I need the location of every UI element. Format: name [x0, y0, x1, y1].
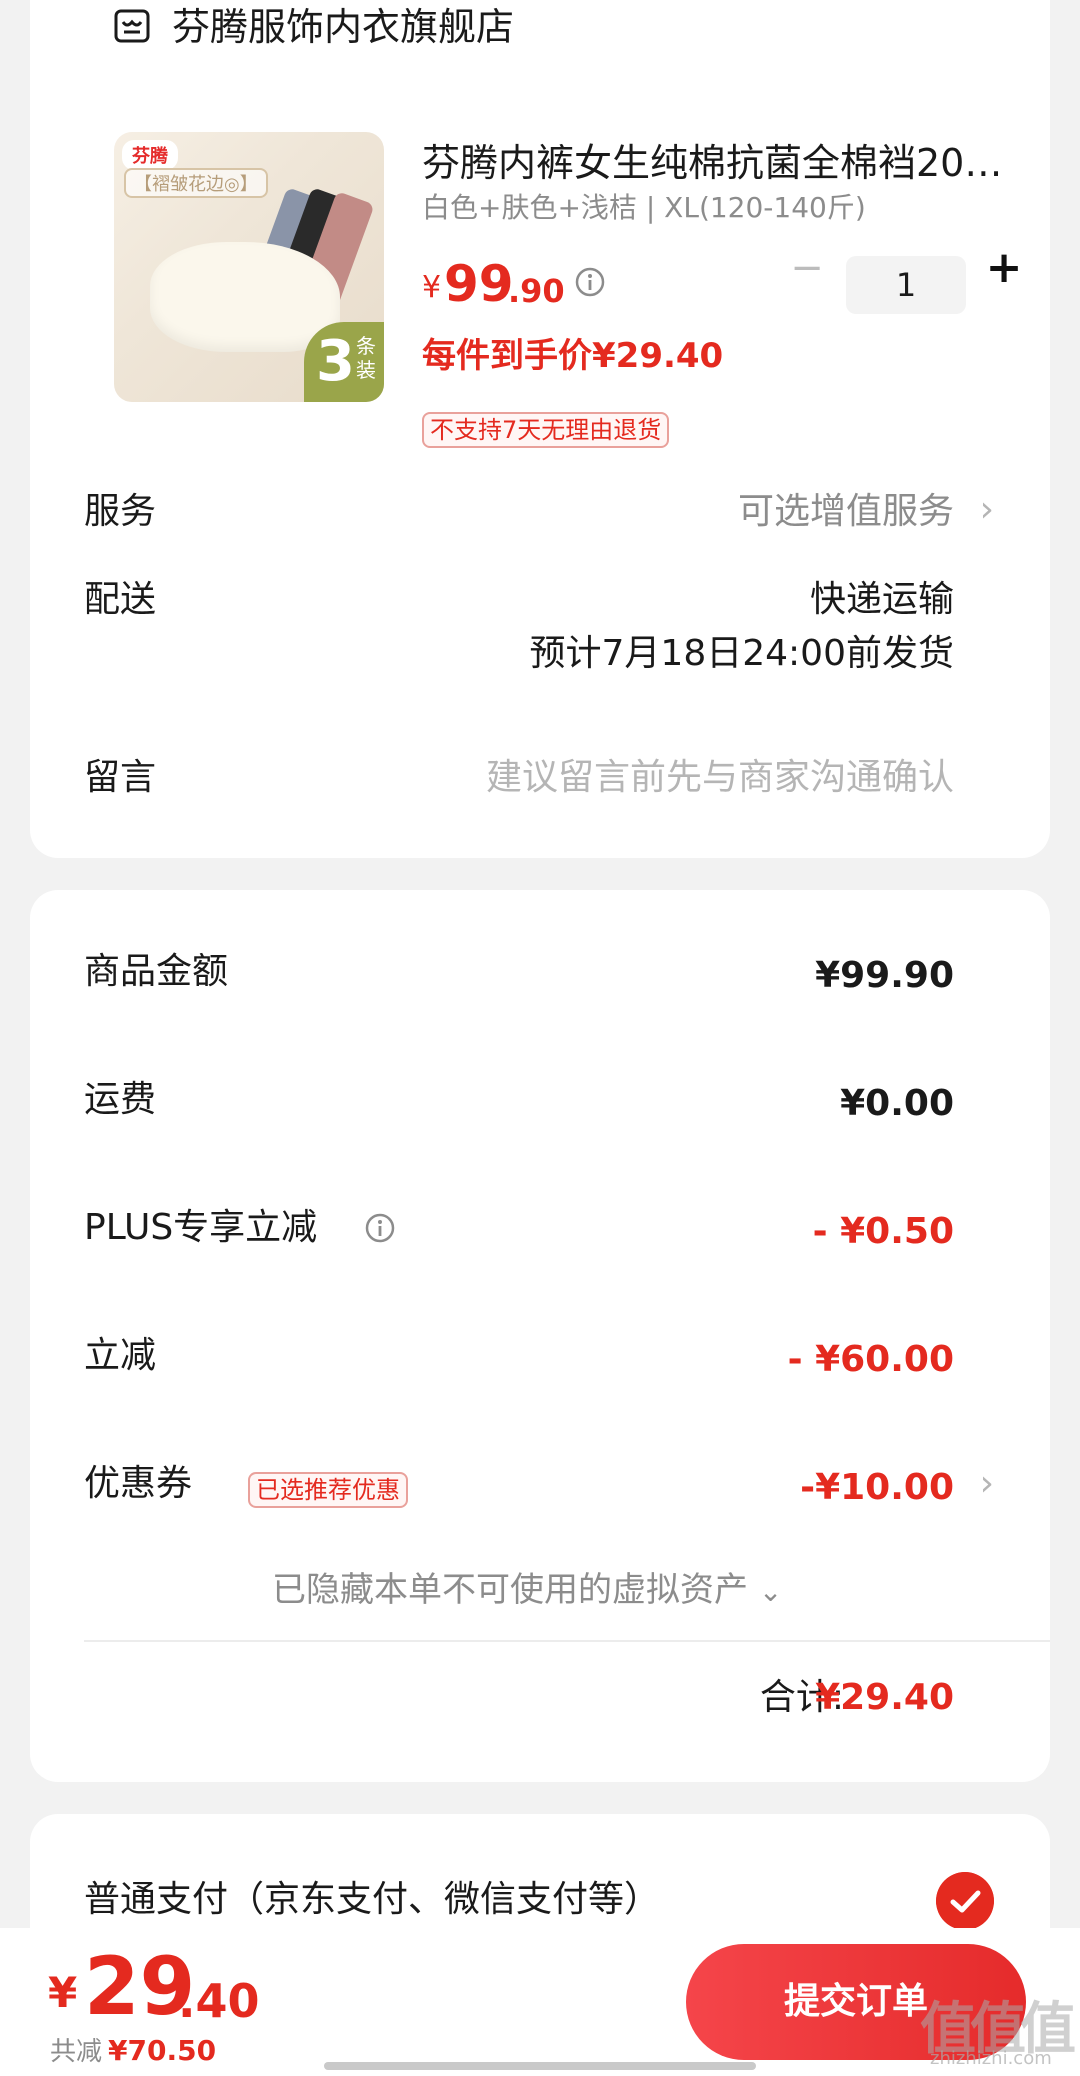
total-value: ¥29.40 — [815, 1677, 954, 1718]
delivery-method[interactable]: 快递运输 — [810, 578, 954, 622]
checkout-bar: ¥ 29 .40 共减 ¥70.50 提交订单 值值值 zhizhizhi.co… — [0, 1928, 1080, 2076]
unit-price: 每件到手价¥29.40 — [422, 336, 724, 376]
quantity-input[interactable]: 1 — [846, 256, 966, 314]
store-icon — [114, 9, 150, 43]
note-label: 留言 — [84, 757, 157, 798]
product-thumbnail[interactable]: 芬腾 【褶皱花边◎】 3 条装 — [114, 132, 384, 402]
summary-divider — [84, 1640, 1050, 1642]
plus-discount-value: - ¥0.50 — [812, 1211, 954, 1252]
shipping-value: ¥0.00 — [840, 1083, 954, 1124]
coupon-value[interactable]: -¥10.00 — [800, 1466, 954, 1510]
note-input[interactable]: 建议留言前先与商家沟通确认 — [486, 756, 954, 800]
service-label: 服务 — [84, 491, 157, 532]
service-value[interactable]: 可选增值服务 — [738, 490, 954, 534]
store-name[interactable]: 芬腾服饰内衣旗舰店 — [172, 5, 514, 49]
coupon-chevron-icon[interactable]: › — [980, 1462, 994, 1506]
total-price-decimal: .40 — [178, 1974, 260, 2028]
savings-label: 共减 — [50, 2037, 103, 2067]
delivery-eta: 预计7月18日24:00前发货 — [529, 633, 954, 674]
thumb-brand-badge: 芬腾 — [122, 140, 178, 170]
price-decimal: .90 — [508, 272, 565, 310]
goods-amount-value: ¥99.90 — [815, 955, 954, 996]
delivery-label: 配送 — [84, 579, 157, 620]
payment-method-label[interactable]: 普通支付（京东支付、微信支付等） — [84, 1878, 660, 1922]
product-title[interactable]: 芬腾内裤女生纯棉抗菌全棉裆20… — [422, 140, 1022, 186]
checkmark-icon[interactable] — [936, 1872, 994, 1930]
pack-unit: 条装 — [356, 334, 376, 382]
home-indicator[interactable] — [324, 2062, 756, 2070]
hidden-assets-toggle[interactable]: 已隐藏本单不可使用的虚拟资产 ⌄ — [272, 1568, 782, 1614]
savings-value: ¥70.50 — [108, 2034, 217, 2067]
coupon-badge: 已选推荐优惠 — [248, 1472, 408, 1508]
plus-info-icon[interactable] — [364, 1212, 396, 1244]
price-summary-card: 商品金额 ¥99.90 运费 ¥0.00 PLUS专享立减 - ¥0.50 立减… — [30, 890, 1050, 1782]
pack-badge: 3 条装 — [304, 322, 384, 402]
quantity-decrease-button[interactable]: − — [785, 248, 829, 292]
shipping-label: 运费 — [84, 1079, 157, 1120]
hidden-assets-text: 已隐藏本单不可使用的虚拟资产 — [272, 1570, 748, 1610]
product-spec[interactable]: 白色+肤色+浅桔 | XL(120-140斤) — [422, 190, 866, 226]
fabric-swatch — [150, 242, 340, 352]
price-info-icon[interactable] — [574, 266, 606, 298]
quantity-increase-button[interactable]: + — [982, 246, 1026, 292]
plus-discount-label: PLUS专享立减 — [84, 1207, 318, 1248]
order-card: 芬腾服饰内衣旗舰店 芬腾 【褶皱花边◎】 3 条装 芬腾内裤女生纯棉抗菌全棉裆2… — [30, 0, 1050, 858]
total-price-symbol: ¥ — [48, 1968, 78, 2017]
watermark-url: zhizhizhi.com — [930, 2048, 1052, 2069]
chevron-down-icon: ⌄ — [758, 1575, 783, 1608]
goods-amount-label: 商品金额 — [84, 951, 229, 992]
no-return-badge: 不支持7天无理由退货 — [422, 412, 670, 448]
coupon-label: 优惠券 — [84, 1463, 193, 1504]
price-integer: 99 — [444, 255, 514, 313]
pack-count: 3 — [316, 329, 355, 394]
instant-discount-label: 立减 — [84, 1335, 157, 1376]
thumb-tag: 【褶皱花边◎】 — [124, 168, 268, 198]
service-chevron-icon[interactable]: › — [980, 488, 994, 532]
instant-discount-value: - ¥60.00 — [787, 1339, 954, 1380]
price-symbol: ¥ — [422, 270, 442, 305]
